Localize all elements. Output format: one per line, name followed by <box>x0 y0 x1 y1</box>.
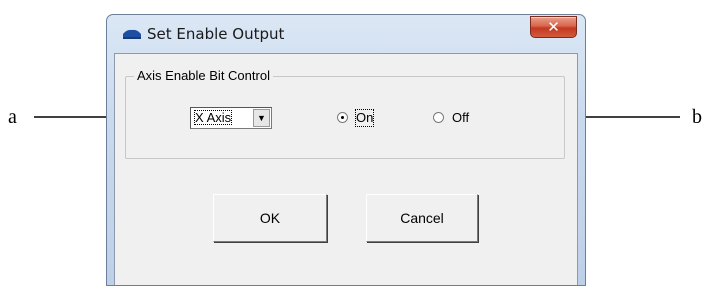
radio-off[interactable]: Off <box>433 110 483 128</box>
radio-on-circle[interactable] <box>337 112 348 123</box>
chevron-down-icon[interactable]: ▼ <box>253 109 270 127</box>
callout-label-a: a <box>8 106 17 128</box>
groupbox-title: Axis Enable Bit Control <box>134 68 273 83</box>
radio-selected-dot <box>341 116 344 119</box>
close-button[interactable]: ✕ <box>530 16 577 38</box>
app-icon <box>123 29 141 39</box>
cancel-button[interactable]: Cancel <box>366 194 478 242</box>
callout-label-b: b <box>692 106 702 128</box>
radio-on-label[interactable]: On <box>354 109 375 127</box>
radio-off-circle[interactable] <box>433 112 444 123</box>
axis-select[interactable]: X Axis ▼ <box>190 107 272 129</box>
close-icon: ✕ <box>547 18 560 36</box>
axis-select-value: X Axis <box>194 110 233 125</box>
dialog-window: Set Enable Output ✕ Axis Enable Bit Cont… <box>106 14 586 286</box>
radio-on[interactable]: On <box>337 109 387 128</box>
ok-button[interactable]: OK <box>213 194 327 242</box>
window-title: Set Enable Output <box>147 25 285 43</box>
title-bar[interactable]: Set Enable Output ✕ <box>107 15 585 53</box>
axis-enable-groupbox: Axis Enable Bit Control X Axis ▼ On Off <box>125 68 565 159</box>
dialog-client-area: Axis Enable Bit Control X Axis ▼ On Off … <box>114 53 578 285</box>
radio-off-label[interactable]: Off <box>452 110 469 126</box>
